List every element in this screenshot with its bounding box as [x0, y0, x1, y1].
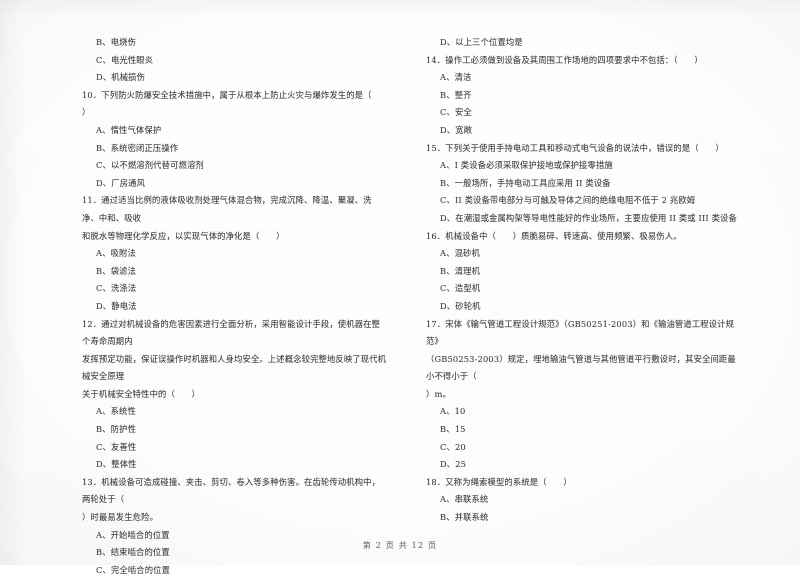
- option-item: C、20: [440, 441, 466, 452]
- option-item: D、静电法: [96, 300, 137, 311]
- option-item: C、电光性眼炎: [96, 54, 154, 65]
- option-item: B、一般场所，手持电动工具应采用 II 类设备: [440, 177, 611, 188]
- option-item: C、以不燃溶剂代替可燃溶剂: [96, 160, 204, 171]
- question-stem: 16．机械设备中（ ）质脆易碎、转速高、使用频繁、极易伤人。: [426, 230, 682, 241]
- left-column: B、电烧伤 C、电光性眼炎 D、机械损伤 10．下列防火防爆安全技术措施中，属于…: [0, 0, 400, 575]
- option-item: B、整齐: [440, 89, 472, 100]
- option-item: A、10: [440, 406, 466, 417]
- option-item: C、造型机: [440, 283, 481, 294]
- question-16: 16．机械设备中（ ）质脆易碎、转速高、使用频繁、极易伤人。 A、混砂机 B、清…: [426, 228, 742, 316]
- option-item: B、袋滤法: [96, 265, 137, 276]
- option-item: B、电烧伤: [96, 37, 137, 47]
- question-stem: 11．通过适当比例的液体吸收剂处理气体混合物，完成沉降、降温、聚凝、洗净、中和、…: [82, 195, 372, 241]
- option-item: A、系统性: [96, 406, 136, 417]
- option-item: B、系统密闭正压操作: [96, 142, 179, 153]
- question-14: 14．操作工必须做到设备及其周围工作场地的四项要求中不包括：（ ） A、清洁 B…: [426, 52, 742, 140]
- page-footer: 第 2 页 共 12 页: [362, 541, 438, 550]
- question-stem: 13．机械设备可造成碰撞、夹击、剪切、卷入等多种伤害。在齿轮传动机构中，两轮处于…: [82, 476, 381, 523]
- option-item: D、机械损伤: [96, 72, 146, 83]
- right-column: D、以上三个位置均是 14．操作工必须做到设备及其周围工作场地的四项要求中不包括…: [400, 0, 800, 522]
- option-item: A、清洁: [440, 72, 472, 83]
- question-15: 15．下列关于使用手持电动工具和移动式电气设备的说法中，错误的是（ ） A、I …: [426, 140, 742, 228]
- option-item: A、串联系统: [440, 494, 489, 505]
- option-item: C、完全啮合的位置: [96, 564, 171, 575]
- question-stem: 14．操作工必须做到设备及其周围工作场地的四项要求中不包括：（ ）: [426, 54, 703, 65]
- option-item: D、砂轮机: [440, 300, 481, 311]
- question-12: 12．通过对机械设备的危害因素进行全面分析，采用智能设计手段，使机器在整个寿命周…: [82, 316, 388, 474]
- option-item: D、整体性: [96, 459, 137, 470]
- option-item: A、混砂机: [440, 248, 480, 259]
- question-stem: 18．又称为绳索模型的系统是（ ）: [426, 476, 572, 487]
- question-13: 13．机械设备可造成碰撞、夹击、剪切、卷入等多种伤害。在齿轮传动机构中，两轮处于…: [82, 474, 388, 579]
- option-item: A、惰性气体保护: [96, 124, 162, 135]
- option-item: B、并联系统: [440, 512, 489, 523]
- option-item: D、25: [440, 459, 467, 470]
- option-item: D、在潮湿或金属构架等导电性能好的作业场所，主要应使用 II 类或 III 类设…: [440, 212, 737, 223]
- option-item: B、清理机: [440, 265, 481, 276]
- two-column-body: B、电烧伤 C、电光性眼炎 D、机械损伤 10．下列防火防爆安全技术措施中，属于…: [0, 0, 800, 575]
- option-item: C、友善性: [96, 441, 137, 452]
- option-item: A、I 类设备必须采取保护接地或保护接零措施: [440, 160, 613, 171]
- question-11: 11．通过适当比例的液体吸收剂处理气体混合物，完成沉降、降温、聚凝、洗净、中和、…: [82, 192, 388, 315]
- option-item: A、吸附法: [96, 248, 136, 259]
- option-item: C、安全: [440, 107, 472, 118]
- question-10: 10．下列防火防爆安全技术措施中，属于从根本上防止火灾与爆炸发生的是（ ） A、…: [82, 87, 388, 193]
- option-item: C、洗涤法: [96, 283, 137, 294]
- question-stem: 10．下列防火防爆安全技术措施中，属于从根本上防止火灾与爆炸发生的是（ ）: [82, 89, 389, 118]
- option-item: B、15: [440, 424, 466, 435]
- question-stem: 15．下列关于使用手持电动工具和移动式电气设备的说法中，错误的是（ ）: [426, 142, 724, 153]
- scanned-page: B、电烧伤 C、电光性眼炎 D、机械损伤 10．下列防火防爆安全技术措施中，属于…: [0, 0, 800, 575]
- option-item: D、以上三个位置均是: [440, 37, 523, 47]
- question-stem: 17．宋体《输气管道工程设计规范》（GB50251-2003）和《输油管道工程设…: [426, 318, 736, 399]
- question-stem: 12．通过对机械设备的危害因素进行全面分析，采用智能设计手段，使机器在整个寿命周…: [82, 318, 387, 399]
- option-item: D、宽敞: [440, 124, 473, 135]
- question-18: 18．又称为绳索模型的系统是（ ） A、串联系统 B、并联系统: [426, 474, 742, 527]
- option-item: C、II 类设备带电部分与可触及导体之间的绝缘电阻不低于 2 兆欧姆: [440, 195, 696, 206]
- option-item: D、厂房通风: [96, 177, 146, 188]
- question-17: 17．宋体《输气管道工程设计规范》（GB50251-2003）和《输油管道工程设…: [426, 316, 742, 474]
- option-item: B、防护性: [96, 424, 137, 435]
